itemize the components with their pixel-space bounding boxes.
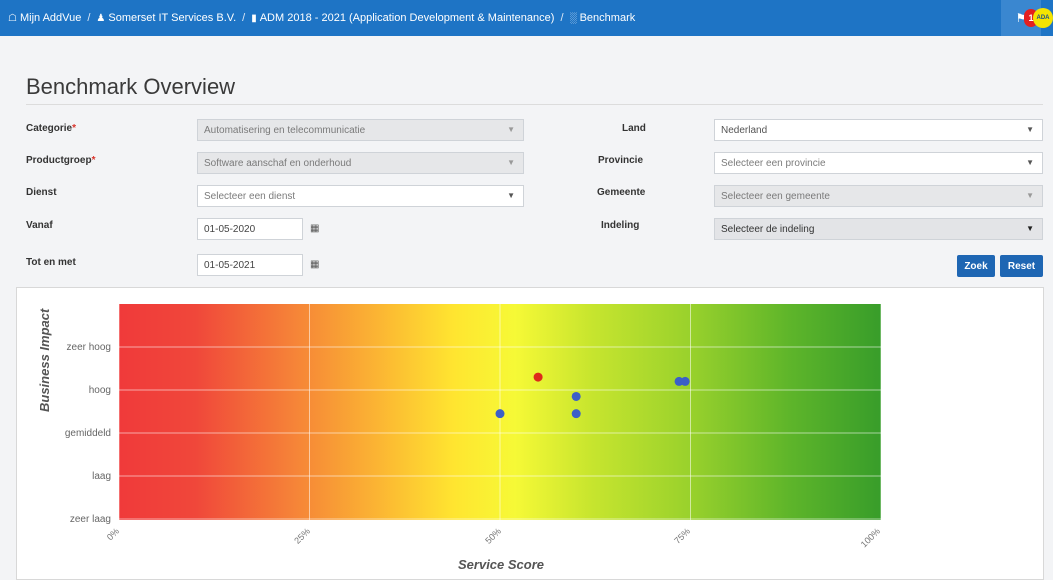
x-axis-title: Service Score xyxy=(458,557,545,572)
data-point[interactable] xyxy=(571,391,581,401)
data-point[interactable] xyxy=(533,372,543,382)
data-point[interactable] xyxy=(571,409,581,419)
scatter-chart xyxy=(118,304,882,520)
data-point[interactable] xyxy=(495,409,505,419)
y-axis-title: Business Impact xyxy=(37,308,52,412)
y-tick-label: gemiddeld xyxy=(64,428,111,439)
y-tick-label: laag xyxy=(92,471,111,482)
y-tick-label: zeer laag xyxy=(69,514,111,525)
data-point[interactable] xyxy=(680,376,690,386)
